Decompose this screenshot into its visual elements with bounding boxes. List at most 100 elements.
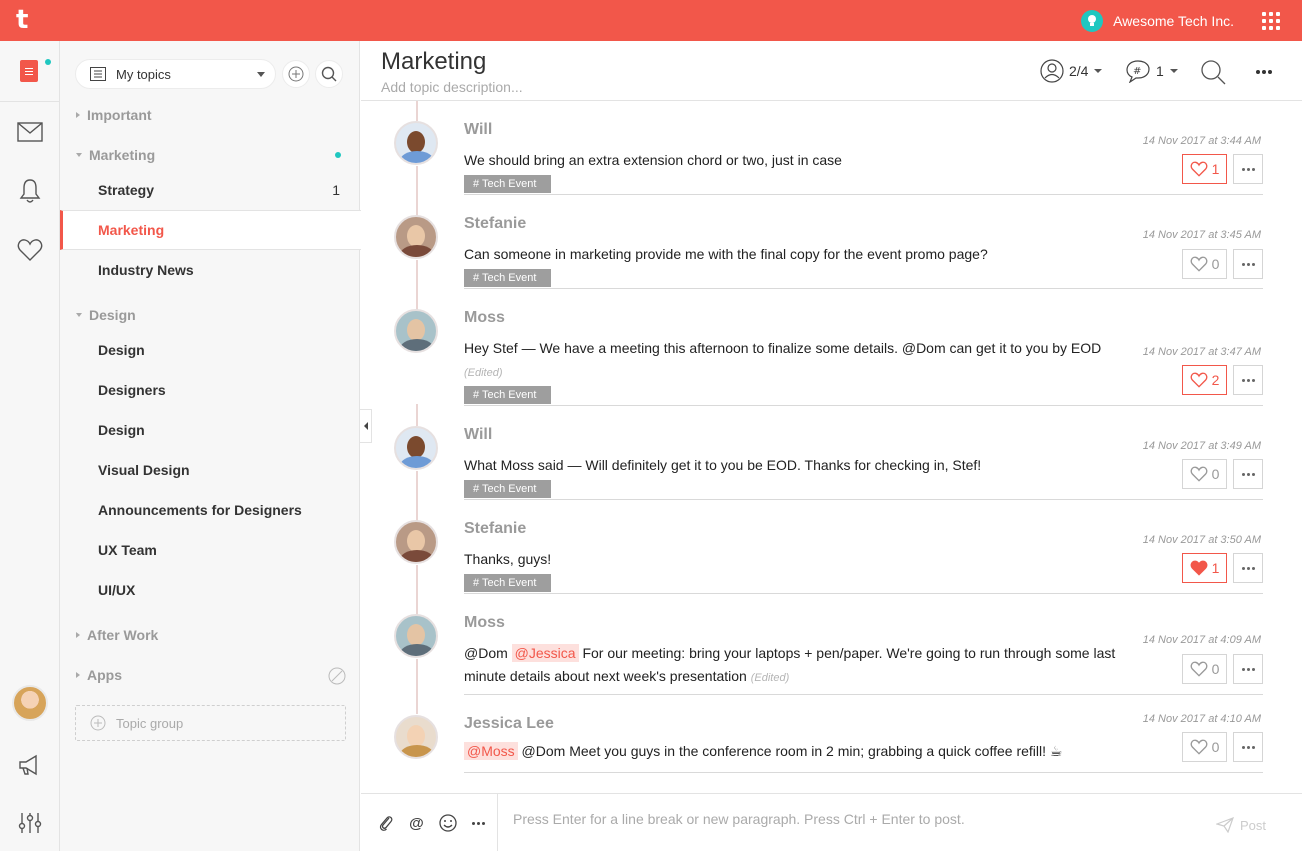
more-options-icon[interactable] [468,813,489,834]
add-topic-button[interactable] [282,60,310,88]
mention[interactable]: @Jessica [511,644,579,662]
author-name[interactable]: Stefanie [464,520,526,538]
group-design[interactable]: Design [76,307,136,323]
sidebar-item-strategy[interactable]: Strategy 1 [60,170,360,210]
timestamp: 14 Nov 2017 at 4:10 AM [1142,713,1261,725]
message-text: We should bring an extra extension chord… [464,152,842,168]
sidebar-item-announcements[interactable]: Announcements for Designers [60,490,360,530]
unread-count: 1 [332,182,340,198]
more-options-icon [1241,262,1255,266]
topic-tag[interactable]: # Tech Event [464,480,551,498]
emoji-icon[interactable] [437,813,458,834]
paperclip-icon[interactable] [375,813,396,834]
group-important[interactable]: Important [76,107,152,123]
edited-label: (Edited) [464,367,503,379]
sidebar-item-visual-design[interactable]: Visual Design [60,450,360,490]
post-button[interactable]: Post [1215,817,1266,833]
members-button[interactable]: 2/4 [1040,58,1103,84]
apps-grid-icon[interactable] [1262,12,1280,30]
group-apps[interactable]: Apps [76,667,122,683]
collapse-sidebar-toggle[interactable] [360,409,372,443]
svg-text:#: # [1133,66,1141,77]
search-topics-button[interactable] [315,60,343,88]
message-more-button[interactable] [1233,365,1263,395]
author-avatar[interactable] [394,715,438,759]
settings-sliders-icon[interactable] [15,808,45,838]
bell-icon[interactable] [15,176,45,206]
author-name[interactable]: Stefanie [464,215,526,233]
like-button[interactable]: 0 [1182,249,1227,279]
org-name: Awesome Tech Inc. [1113,13,1234,29]
topic-description-input[interactable]: Add topic description... [381,79,523,95]
heart-icon[interactable] [15,235,45,265]
like-button[interactable]: 0 [1182,459,1227,489]
author-avatar[interactable] [394,426,438,470]
message-input[interactable]: Press Enter for a line break or new para… [513,811,965,827]
like-count: 0 [1211,466,1220,482]
message-more-button[interactable] [1233,732,1263,762]
author-name[interactable]: Will [464,121,492,139]
heart-icon [1190,161,1207,177]
more-options-icon[interactable] [1256,70,1272,74]
sidebar-item-ux-team[interactable]: UX Team [60,530,360,570]
topic-tag[interactable]: # Tech Event [464,386,551,404]
topic-tag[interactable]: # Tech Event [464,574,551,592]
unread-dot [335,152,341,158]
author-name[interactable]: Moss [464,614,505,632]
like-button[interactable]: 2 [1182,365,1227,395]
message-more-button[interactable] [1233,154,1263,184]
like-button[interactable]: 1 [1182,553,1227,583]
org-switcher[interactable]: Awesome Tech Inc. [1081,9,1234,33]
more-options-icon [1241,378,1255,382]
author-name[interactable]: Jessica Lee [464,715,554,733]
mention-icon[interactable]: @ [406,813,427,834]
topic-tag[interactable]: # Tech Event [464,175,551,193]
threads-button[interactable]: # 1 [1125,58,1178,84]
topic-tag[interactable]: # Tech Event [464,269,551,287]
like-count: 0 [1211,256,1220,272]
topics-doc-icon[interactable] [20,60,38,82]
author-avatar[interactable] [394,215,438,259]
like-button[interactable]: 0 [1182,732,1227,762]
author-name[interactable]: Moss [464,309,505,327]
megaphone-icon[interactable] [15,750,45,780]
author-avatar[interactable] [394,520,438,564]
mail-icon[interactable] [15,117,45,147]
disabled-icon[interactable] [328,667,346,685]
author-avatar[interactable] [394,614,438,658]
message-more-button[interactable] [1233,654,1263,684]
chevron-right-icon [76,672,80,678]
heart-icon [1190,256,1207,272]
like-count: 0 [1211,661,1220,677]
like-button[interactable]: 1 [1182,154,1227,184]
group-marketing[interactable]: Marketing [76,147,155,163]
mention[interactable]: @Moss [464,742,518,760]
add-topic-group-button[interactable]: Topic group [75,705,346,741]
message-more-button[interactable] [1233,553,1263,583]
author-avatar[interactable] [394,309,438,353]
topics-sidebar: My topics Important Marketing Strategy 1 … [60,41,361,851]
sidebar-item-design[interactable]: Design [60,330,360,370]
sidebar-item-ui-ux[interactable]: UI/UX [60,570,360,610]
sidebar-item-marketing[interactable]: Marketing [60,210,361,250]
members-count: 2/4 [1069,63,1089,79]
message-more-button[interactable] [1233,459,1263,489]
author-avatar[interactable] [394,121,438,165]
message-more-button[interactable] [1233,249,1263,279]
lightbulb-icon [1081,10,1104,32]
send-icon [1215,817,1234,833]
sidebar-item-designers[interactable]: Designers [60,370,360,410]
sidebar-item-design-2[interactable]: Design [60,410,360,450]
author-name[interactable]: Will [464,426,492,444]
like-button[interactable]: 0 [1182,654,1227,684]
like-count: 1 [1211,161,1220,177]
more-options-icon [1241,472,1255,476]
edited-label: (Edited) [750,672,790,684]
sidebar-item-industry-news[interactable]: Industry News [60,250,360,290]
user-avatar[interactable] [12,685,48,721]
group-after-work[interactable]: After Work [76,627,158,643]
topics-filter-select[interactable]: My topics [75,59,276,89]
app-logo[interactable]: t [16,7,42,33]
search-icon[interactable] [1200,59,1226,85]
threads-count: 1 [1156,63,1164,79]
